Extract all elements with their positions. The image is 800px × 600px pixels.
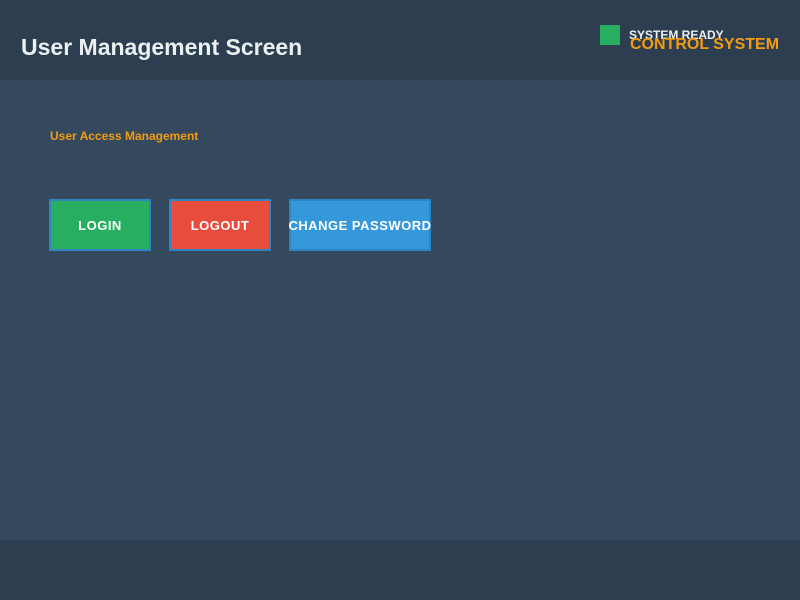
login-button[interactable]: LOGIN <box>49 199 151 251</box>
change-password-button[interactable]: CHANGE PASSWORD <box>288 199 431 251</box>
main-panel <box>0 80 800 540</box>
logout-button[interactable]: LOGOUT <box>169 199 271 251</box>
status-indicator-light <box>600 25 620 45</box>
section-label: User Access Management <box>50 129 199 143</box>
page-title: User Management Screen <box>21 34 303 60</box>
header-bar: User Management Screen SYSTEM READY CONT… <box>0 0 800 80</box>
footer-bar <box>0 540 800 600</box>
system-name: CONTROL SYSTEM <box>630 36 780 53</box>
